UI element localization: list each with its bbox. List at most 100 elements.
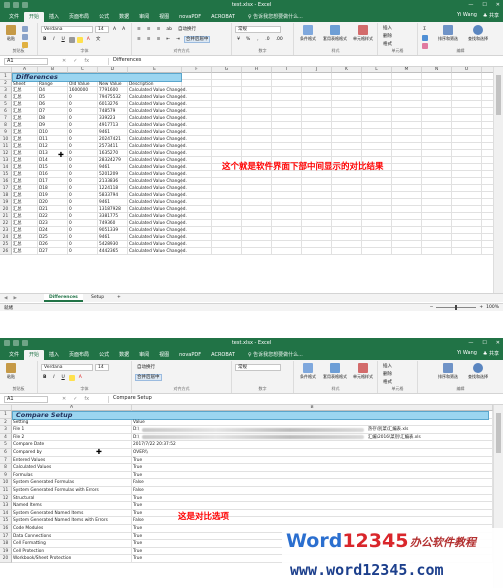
row-header[interactable]: 4 xyxy=(0,94,12,101)
row-header[interactable]: 3 xyxy=(0,87,12,94)
outdent-icon[interactable]: ⇥ xyxy=(174,36,182,43)
zoom-out-button[interactable]: − xyxy=(430,305,434,310)
format-cells-button-2[interactable]: 格式 xyxy=(381,379,394,386)
number-format-select[interactable]: 常规 xyxy=(235,26,281,33)
table-cell[interactable]: 748579 xyxy=(99,108,128,115)
row-header[interactable]: 8 xyxy=(0,464,12,472)
table-cell[interactable]: 汇总 xyxy=(13,129,38,136)
sort-filter-button-2[interactable]: 排序和筛选 xyxy=(434,363,462,380)
delete-cells-button-2[interactable]: 删除 xyxy=(381,371,394,378)
tab-view[interactable]: 视图 xyxy=(154,12,174,22)
insert-cells-button[interactable]: 插入 xyxy=(381,25,394,32)
wrap-text-button-2[interactable]: 自动换行 xyxy=(135,364,157,371)
sheet-prev-icon[interactable]: ◀ xyxy=(4,296,7,301)
table-cell[interactable]: 749360 xyxy=(99,220,128,227)
fill-color-icon[interactable] xyxy=(76,36,83,43)
row-header[interactable]: 4 xyxy=(0,433,12,442)
table-cell[interactable]: 0 xyxy=(69,101,98,108)
column-header[interactable]: G xyxy=(212,67,242,73)
column-header[interactable]: N xyxy=(422,67,452,73)
tab-review-2[interactable]: 审阅 xyxy=(134,350,154,360)
table-cell[interactable]: 20247421 xyxy=(99,136,128,143)
setup-cell[interactable]: Formulas xyxy=(13,472,131,480)
table-cell[interactable]: D22 xyxy=(39,213,68,220)
table-cell[interactable]: 0 xyxy=(69,213,98,220)
column-header[interactable]: O xyxy=(452,67,482,73)
table-cell[interactable]: 0 xyxy=(69,199,98,206)
tab-insert[interactable]: 插入 xyxy=(44,12,64,22)
table-cell[interactable]: 9461 xyxy=(99,164,128,171)
row-header[interactable]: 7 xyxy=(0,115,12,122)
table-cell[interactable]: 0 xyxy=(69,115,98,122)
table-cell[interactable]: Calculated Value Changed. xyxy=(129,234,209,241)
align-bottom-icon[interactable]: ≡ xyxy=(155,26,163,33)
find-select-button-2[interactable]: 查找和选择 xyxy=(464,363,492,380)
paste-button-2[interactable]: 粘贴 xyxy=(3,363,19,380)
table-cell[interactable]: 0 xyxy=(69,192,98,199)
align-center-icon[interactable]: ≡ xyxy=(145,36,153,43)
setup-cell[interactable]: System Generated Named Items xyxy=(13,510,131,518)
table-cell[interactable]: Calculated Value Changed. xyxy=(129,171,209,178)
table-cell[interactable]: 0 xyxy=(69,129,98,136)
table-cell[interactable]: 汇总 xyxy=(13,164,38,171)
table-cell[interactable]: Calculated Value Changed. xyxy=(129,164,209,171)
align-left-icon[interactable]: ≡ xyxy=(135,36,143,43)
table-cell[interactable]: 28324279 xyxy=(99,157,128,164)
setup-cell[interactable]: Entered Values xyxy=(13,457,131,465)
user-name-2[interactable]: Yi Wang xyxy=(457,350,477,357)
tell-me-box[interactable]: ♀ 告诉我您想要做什么... xyxy=(248,12,303,22)
bold-button[interactable]: B xyxy=(41,36,48,43)
setup-cell[interactable]: True xyxy=(133,495,492,503)
row-header[interactable]: 2 xyxy=(0,80,12,87)
table-cell[interactable]: 5428930 xyxy=(99,241,128,248)
tab-file-2[interactable]: 文件 xyxy=(4,350,24,360)
share-button[interactable]: ♣ 共享 xyxy=(483,12,499,19)
row-header[interactable]: 13 xyxy=(0,502,12,510)
table-cell[interactable]: 汇总 xyxy=(13,101,38,108)
table-cell[interactable]: 汇总 xyxy=(13,178,38,185)
table-cell[interactable]: D20 xyxy=(39,199,68,206)
comma-icon[interactable]: , xyxy=(254,36,261,43)
table-cell[interactable]: 汇总 xyxy=(13,185,38,192)
delete-cells-button[interactable]: 删除 xyxy=(381,33,394,40)
setup-cell[interactable]: OVER\\ xyxy=(133,449,492,457)
sort-filter-button[interactable]: 排序和筛选 xyxy=(434,25,462,42)
cut-icon[interactable] xyxy=(22,26,28,32)
share-button-2[interactable]: ♣ 共享 xyxy=(483,350,499,357)
maximize-button-2[interactable]: ☐ xyxy=(482,340,486,346)
row-header[interactable]: 14 xyxy=(0,164,12,171)
table-cell[interactable]: 9461 xyxy=(99,234,128,241)
table-cell[interactable]: D26 xyxy=(39,241,68,248)
setup-cell[interactable]: System Generated Named Items with Errors xyxy=(13,517,131,525)
setup-cell[interactable]: True xyxy=(133,464,492,472)
tab-view-2[interactable]: 视图 xyxy=(154,350,174,360)
table-cell[interactable]: 9051339 xyxy=(99,227,128,234)
tab-novapdf[interactable]: novaPDF xyxy=(174,12,206,22)
column-header[interactable]: F xyxy=(182,67,212,73)
row-header[interactable]: 19 xyxy=(0,547,12,556)
cancel-icon-2[interactable]: ✕ xyxy=(62,396,66,402)
table-cell[interactable]: Calculated Value Changed. xyxy=(129,101,209,108)
underline-button-2[interactable]: U xyxy=(59,374,66,381)
table-cell[interactable]: 2133836 xyxy=(99,178,128,185)
table-cell[interactable]: 汇总 xyxy=(13,150,38,157)
cancel-icon[interactable]: ✕ xyxy=(62,58,66,64)
table-cell[interactable]: D6 xyxy=(39,101,68,108)
table-cell[interactable]: 汇总 xyxy=(13,213,38,220)
formula-input[interactable]: Differences xyxy=(108,58,497,65)
row-header[interactable]: 19 xyxy=(0,199,12,206)
table-cell[interactable]: 汇总 xyxy=(13,241,38,248)
cell-styles-button[interactable]: 单元格样式 xyxy=(350,25,376,42)
table-cell[interactable]: 汇总 xyxy=(13,248,38,255)
table-cell[interactable]: 0 xyxy=(69,94,98,101)
copy-icon[interactable] xyxy=(22,34,28,40)
tab-novapdf-2[interactable]: novaPDF xyxy=(174,350,206,360)
table-cell[interactable]: 汇总 xyxy=(13,87,38,94)
conditional-format-button-2[interactable]: 条件格式 xyxy=(296,363,320,380)
sheet-tab-differences[interactable]: Differences xyxy=(44,294,83,302)
row-header[interactable]: 2 xyxy=(0,418,12,427)
table-cell[interactable]: 0 xyxy=(69,136,98,143)
autosum-icon[interactable]: Σ xyxy=(421,26,428,33)
fill-color-icon-2[interactable] xyxy=(68,374,75,381)
row-header[interactable]: 16 xyxy=(0,178,12,185)
